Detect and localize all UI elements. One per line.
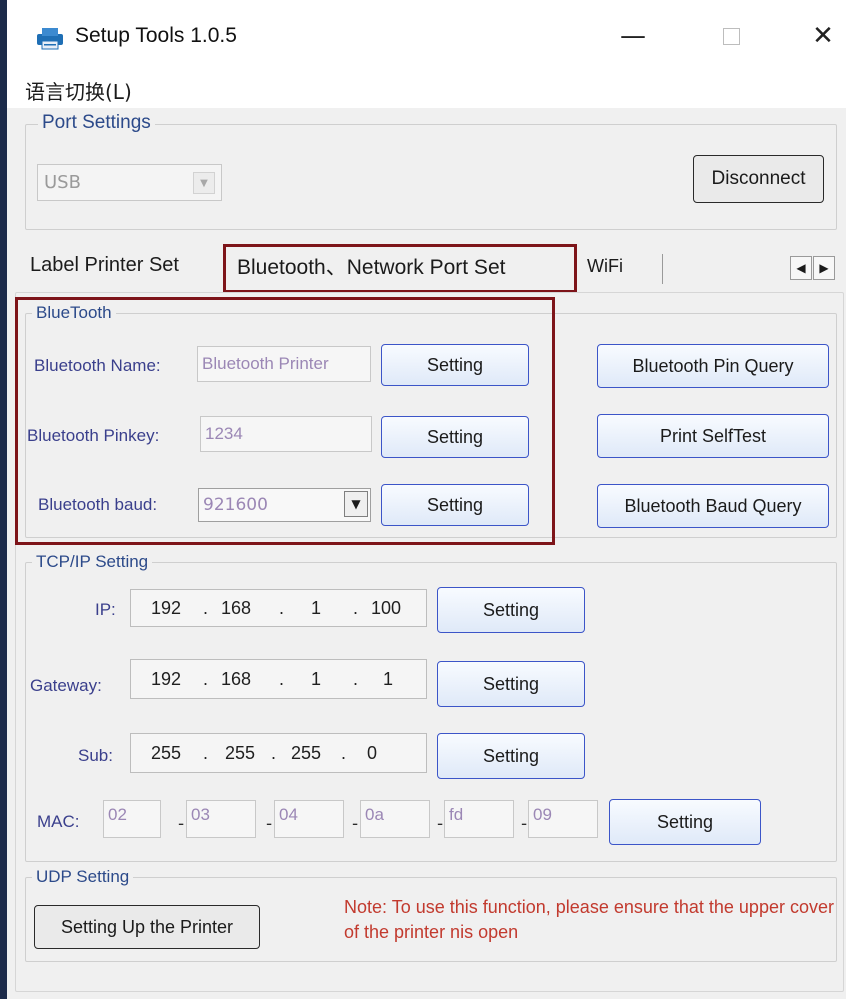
mac-octet-6[interactable]: 09	[528, 800, 598, 838]
port-select: USB ▼	[37, 164, 222, 201]
mac-octet-1[interactable]: 02	[103, 800, 161, 838]
gateway-label: Gateway:	[30, 676, 102, 695]
sub-label: Sub:	[78, 746, 113, 765]
subnet-setting-button[interactable]: Setting	[437, 733, 585, 779]
highlight-frame-tab	[223, 244, 577, 293]
ip-octet-2: 168	[221, 597, 252, 618]
bluetooth-pinkey-setting-button[interactable]: Setting	[381, 416, 529, 458]
setting-up-printer-button[interactable]: Setting Up the Printer	[34, 905, 260, 949]
mac-setting-button[interactable]: Setting	[609, 799, 761, 845]
tab-separator	[662, 254, 663, 284]
gateway-dot-1: .	[203, 668, 209, 689]
sub-dot-1: .	[203, 742, 209, 763]
bluetooth-pin-query-button[interactable]: Bluetooth Pin Query	[597, 344, 829, 388]
sub-dot-2: .	[271, 742, 277, 763]
tcpip-legend: TCP/IP Setting	[32, 552, 153, 572]
arrow-right-icon[interactable]: ▶	[813, 256, 835, 280]
window-title: Setup Tools 1.0.5	[75, 24, 237, 47]
setup-tools-window: Setup Tools 1.0.5 — ✕ 语言切换(L) Port Setti…	[0, 0, 846, 999]
sub-octet-2: 255	[225, 742, 256, 763]
mac-octet-3[interactable]: 04	[274, 800, 344, 838]
udp-legend: UDP Setting	[32, 867, 134, 887]
bluetooth-baud-query-button[interactable]: Bluetooth Baud Query	[597, 484, 829, 528]
mac-octet-5[interactable]: fd	[444, 800, 514, 838]
ip-octet-4: 100	[371, 597, 402, 618]
ip-dot-3: .	[353, 597, 359, 618]
ip-octet-3: 1	[311, 597, 322, 618]
ip-label: IP:	[95, 600, 116, 619]
mac-dash-4: -	[437, 814, 444, 834]
sub-dot-3: .	[341, 742, 347, 763]
mac-dash-1: -	[178, 814, 185, 834]
tab-label-printer-set[interactable]: Label Printer Set	[30, 254, 179, 277]
mac-octet-2[interactable]: 03	[186, 800, 256, 838]
window-edge	[0, 0, 7, 999]
chevron-down-icon: ▼	[193, 172, 215, 194]
arrow-left-icon[interactable]: ◀	[790, 256, 812, 280]
gateway-field[interactable]: 192 . 168 . 1 . 1	[130, 659, 427, 699]
print-self-test-button[interactable]: Print SelfTest	[597, 414, 829, 458]
ip-dot-1: .	[203, 597, 209, 618]
gateway-octet-1: 192	[151, 668, 182, 689]
ip-address-field[interactable]: 192 . 168 . 1 . 100	[130, 589, 427, 627]
ip-dot-2: .	[279, 597, 285, 618]
gateway-octet-2: 168	[221, 668, 252, 689]
udp-note: Note: To use this function, please ensur…	[344, 897, 834, 942]
ip-setting-button[interactable]: Setting	[437, 587, 585, 633]
title-bar: Setup Tools 1.0.5 — ✕	[7, 0, 846, 72]
disconnect-button[interactable]: Disconnect	[693, 155, 824, 203]
sub-octet-4: 0	[367, 742, 378, 763]
bluetooth-name-label: Bluetooth Name:	[34, 356, 161, 375]
bluetooth-baud-label: Bluetooth baud:	[38, 495, 158, 514]
subnet-field[interactable]: 255 . 255 . 255 . 0	[130, 733, 427, 773]
menu-language-switch[interactable]: 语言切换(L)	[25, 76, 132, 105]
sub-octet-3: 255	[291, 742, 322, 763]
chevron-down-icon[interactable]: ▼	[344, 491, 368, 517]
gateway-setting-button[interactable]: Setting	[437, 661, 585, 707]
sub-octet-1: 255	[151, 742, 182, 763]
close-icon[interactable]: ✕	[793, 14, 846, 58]
tab-wifi[interactable]: WiFi	[587, 256, 623, 277]
bluetooth-baud-select[interactable]: 921600 ▼	[198, 488, 371, 522]
mac-label: MAC:	[37, 812, 80, 831]
gateway-octet-4: 1	[383, 668, 394, 689]
bluetooth-name-setting-button[interactable]: Setting	[381, 344, 529, 386]
port-select-value: USB	[44, 172, 81, 193]
printer-icon	[37, 28, 63, 50]
menu-bar: 语言切换(L)	[7, 72, 846, 108]
bluetooth-pinkey-field[interactable]: 1234	[200, 416, 372, 452]
gateway-octet-3: 1	[311, 668, 322, 689]
ip-octet-1: 192	[151, 597, 182, 618]
mac-dash-5: -	[521, 814, 528, 834]
gateway-dot-3: .	[353, 668, 359, 689]
mac-dash-3: -	[352, 814, 359, 834]
mac-octet-4[interactable]: 0a	[360, 800, 430, 838]
bluetooth-name-field[interactable]: Bluetooth Printer	[197, 346, 371, 382]
port-settings-legend: Port Settings	[38, 112, 155, 134]
bluetooth-pinkey-label: Bluetooth Pinkey:	[27, 426, 160, 445]
mac-dash-2: -	[266, 814, 273, 834]
bluetooth-baud-value: 921600	[203, 495, 268, 515]
minimize-icon[interactable]: —	[603, 14, 663, 58]
maximize-icon[interactable]	[701, 14, 761, 58]
gateway-dot-2: .	[279, 668, 285, 689]
bluetooth-baud-setting-button[interactable]: Setting	[381, 484, 529, 526]
